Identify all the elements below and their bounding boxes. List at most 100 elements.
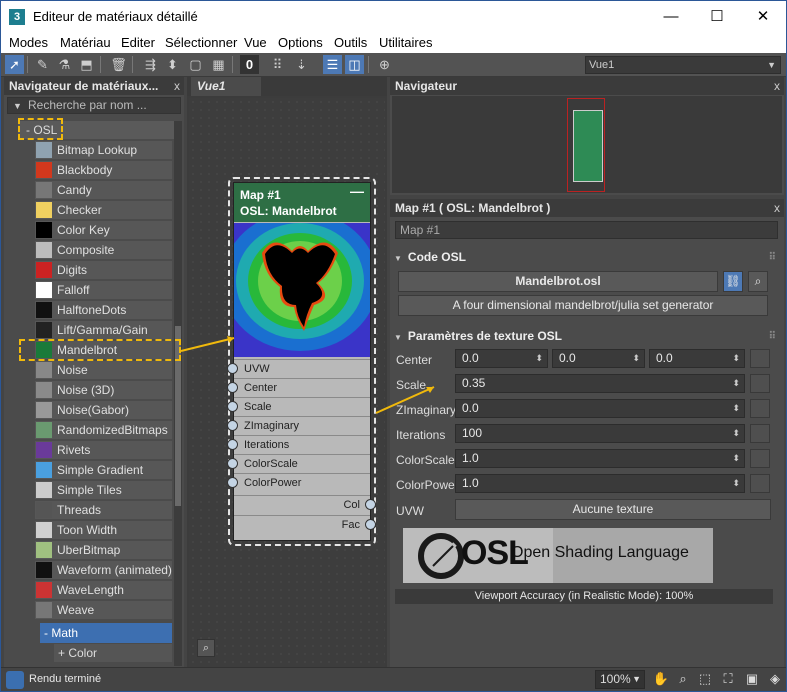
close-icon[interactable]: x	[774, 77, 780, 95]
input-socket[interactable]	[227, 401, 238, 412]
navigator-view[interactable]	[392, 96, 782, 193]
node-input-port[interactable]: Iterations	[234, 435, 370, 453]
node-input-port[interactable]: ColorPower	[234, 473, 370, 491]
osl-group-header[interactable]: - OSL	[18, 121, 174, 139]
move-children-icon[interactable]: ⇶	[141, 55, 160, 74]
material-item[interactable]: Bitmap Lookup	[35, 141, 172, 159]
center-y-spinner[interactable]: 0.0 ⬍	[552, 349, 645, 368]
param-spinner[interactable]: 0.0 ⬍	[455, 399, 745, 418]
select-by-material-icon[interactable]: ◫	[345, 55, 364, 74]
material-item[interactable]: Waveform (animated)	[35, 561, 172, 579]
assign-material-icon[interactable]: ⬒	[77, 55, 96, 74]
input-socket[interactable]	[227, 382, 238, 393]
maximize-button[interactable]: ☐	[694, 1, 740, 32]
material-item[interactable]: Noise(Gabor)	[35, 401, 172, 419]
zoom-dropdown[interactable]: 100% ▼	[595, 670, 645, 689]
minimize-button[interactable]: —	[648, 1, 694, 32]
navigator-icon[interactable]: ⊕	[375, 55, 394, 74]
layout-children-icon[interactable]: ⇣	[292, 55, 311, 74]
material-item[interactable]: Noise	[35, 361, 172, 379]
param-spinner[interactable]: 1.0 ⬍	[455, 449, 745, 468]
node-output-port[interactable]: Col	[234, 495, 370, 513]
spinner-arrows-icon[interactable]: ⬍	[732, 400, 740, 417]
menu-outils[interactable]: Outils	[334, 35, 367, 50]
tab-vue1[interactable]: Vue1	[191, 77, 261, 96]
pan-icon[interactable]: ✋	[652, 670, 670, 688]
eyedropper-icon[interactable]: ✎	[33, 55, 52, 74]
layout-all-icon[interactable]: ⠿	[268, 55, 287, 74]
search-icon[interactable]: ⌕	[748, 271, 768, 292]
menu-utilitaires[interactable]: Utilitaires	[379, 35, 432, 50]
menu-selectionner[interactable]: Sélectionner	[165, 35, 237, 50]
node-input-port[interactable]: Scale	[234, 397, 370, 415]
zoom-icon[interactable]: ⌕	[674, 670, 692, 688]
param-spinner[interactable]: 100 ⬍	[455, 424, 745, 443]
material-item[interactable]: Noise (3D)	[35, 381, 172, 399]
menu-materiau[interactable]: Matériau	[60, 35, 111, 50]
spinner-arrows-icon[interactable]: ⬍	[732, 425, 740, 442]
math-group-header[interactable]: - Math	[40, 623, 172, 643]
map-node[interactable]: Map #1 OSL: Mandelbrot — UVW Center Scale Z…	[227, 177, 376, 546]
material-item[interactable]: WaveLength	[35, 581, 172, 599]
menu-modes[interactable]: Modes	[9, 35, 48, 50]
spinner-arrows-icon[interactable]: ⬍	[632, 350, 640, 367]
osl-code-section[interactable]: ▼ Code OSL ⠿	[394, 249, 776, 266]
param-spinner[interactable]: 0.35 ⬍	[455, 374, 745, 393]
spinner-arrows-icon[interactable]: ⬍	[732, 450, 740, 467]
material-item[interactable]: HalftoneDots	[35, 301, 172, 319]
material-item[interactable]: Candy	[35, 181, 172, 199]
center-map-button[interactable]	[750, 349, 770, 368]
param-map-button[interactable]	[750, 374, 770, 393]
output-socket[interactable]	[365, 499, 376, 510]
browser-scrollbar[interactable]	[174, 121, 182, 666]
material-item[interactable]: Digits	[35, 261, 172, 279]
view-options-icon[interactable]: ◈	[766, 670, 784, 688]
zoom-region-icon[interactable]: ⬚	[696, 670, 714, 688]
close-button[interactable]: ✕	[740, 1, 786, 32]
menu-editer[interactable]: Editer	[121, 35, 155, 50]
spinner-arrows-icon[interactable]: ⬍	[732, 350, 740, 367]
texture-params-section[interactable]: ▼ Paramètres de texture OSL ⠿	[394, 328, 776, 345]
search-input[interactable]: ▼ Recherche par nom ...	[7, 97, 181, 114]
material-item[interactable]: Blackbody	[35, 161, 172, 179]
param-map-button[interactable]	[750, 424, 770, 443]
scrollbar-thumb[interactable]	[175, 326, 181, 506]
material-item[interactable]: Mandelbrot	[35, 341, 172, 359]
material-item[interactable]: Weave	[35, 601, 172, 619]
material-item[interactable]: UberBitmap	[35, 541, 172, 559]
material-item[interactable]: Threads	[35, 501, 172, 519]
input-socket[interactable]	[227, 458, 238, 469]
input-socket[interactable]	[227, 439, 238, 450]
material-item[interactable]: Toon Width	[35, 521, 172, 539]
node-output-port[interactable]: Fac	[234, 515, 370, 533]
spinner-arrows-icon[interactable]: ⬍	[732, 475, 740, 492]
arrange-icon[interactable]: ⬍	[163, 55, 182, 74]
material-item[interactable]: Checker	[35, 201, 172, 219]
spinner-arrows-icon[interactable]: ⬍	[535, 350, 543, 367]
material-item[interactable]: Rivets	[35, 441, 172, 459]
delete-icon[interactable]: 🗑	[109, 55, 128, 74]
zoom-selected-icon[interactable]: ▣	[743, 670, 761, 688]
node-input-port[interactable]: UVW	[234, 359, 370, 377]
close-icon[interactable]: x	[174, 77, 180, 95]
material-item[interactable]: Simple Tiles	[35, 481, 172, 499]
input-socket[interactable]	[227, 363, 238, 374]
material-item[interactable]: Lift/Gamma/Gain	[35, 321, 172, 339]
binoculars-icon[interactable]: ⌕	[197, 639, 215, 657]
input-socket[interactable]	[227, 420, 238, 431]
spinner-arrows-icon[interactable]: ⬍	[732, 375, 740, 392]
osl-file-button[interactable]: Mandelbrot.osl	[398, 271, 718, 292]
put-to-scene-icon[interactable]: ⚗	[55, 55, 74, 74]
node-header[interactable]: Map #1 OSL: Mandelbrot —	[234, 183, 370, 222]
search-options-icon[interactable]: ▼	[13, 99, 22, 114]
show-map-icon[interactable]: ▢	[186, 55, 205, 74]
background-icon[interactable]: ▦	[209, 55, 228, 74]
zoom-extents-icon[interactable]: ⛶	[719, 670, 737, 688]
parameter-editor-icon[interactable]: ☰	[323, 55, 342, 74]
view-dropdown[interactable]: Vue1 ▼	[585, 56, 781, 74]
output-socket[interactable]	[365, 519, 376, 530]
input-socket[interactable]	[227, 477, 238, 488]
material-item[interactable]: Color Key	[35, 221, 172, 239]
material-id-icon[interactable]: 0	[240, 55, 259, 74]
close-icon[interactable]: x	[774, 199, 780, 217]
